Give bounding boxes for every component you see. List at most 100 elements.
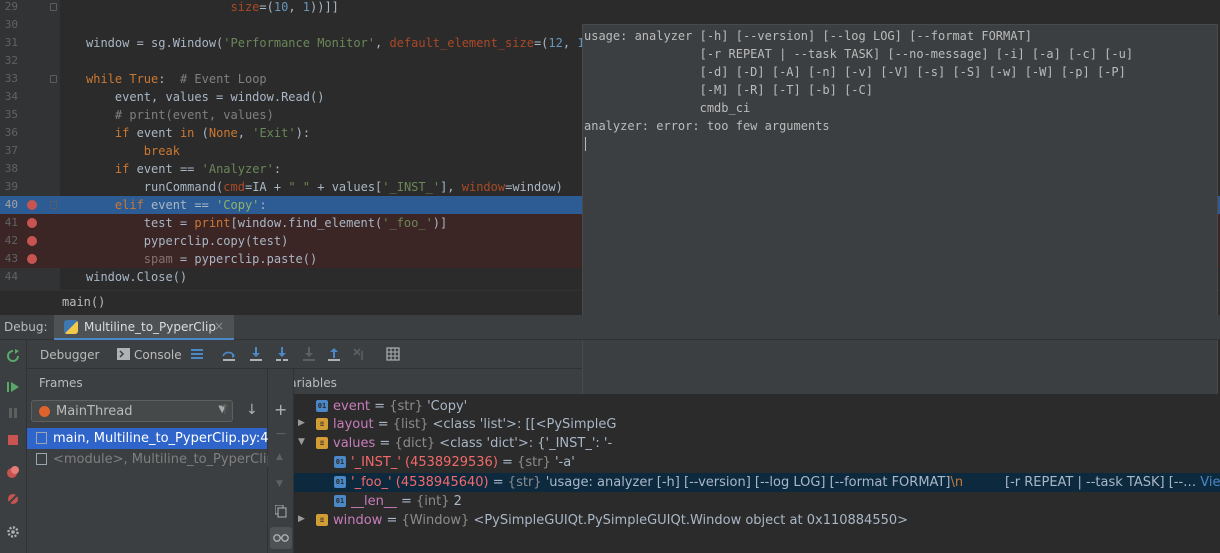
variable-row-layout[interactable]: ▶ ≡ layout = {list} <class 'list'>: [[<P… — [294, 415, 1220, 434]
variable-row-values[interactable]: ▼ ≡ values = {dict} <class 'dict'>: {'_I… — [294, 434, 1220, 453]
line-number[interactable]: 35 — [0, 106, 18, 124]
show-watches-toggle[interactable] — [270, 527, 292, 549]
show-execution-point-icon[interactable] — [190, 347, 204, 361]
variable-name: window — [333, 513, 383, 528]
close-tab-icon[interactable]: × — [214, 319, 224, 333]
line-number[interactable]: 29 — [0, 0, 18, 16]
python-icon — [64, 320, 78, 334]
code-text: runCommand(cmd=IA + " " + values['_INST_… — [86, 180, 563, 194]
line-number[interactable]: 41 — [0, 214, 18, 232]
frame-icon — [36, 453, 47, 465]
expand-arrow-icon[interactable]: ▶ — [298, 514, 305, 524]
line-number[interactable]: 39 — [0, 178, 18, 196]
int-icon: 01 — [334, 495, 346, 507]
stop-icon[interactable] — [6, 433, 20, 447]
fold-marker-icon[interactable] — [50, 201, 57, 209]
remove-watch-icon[interactable]: − — [275, 426, 287, 442]
string-icon: 01 — [316, 400, 328, 412]
line-number[interactable]: 33 — [0, 70, 18, 88]
line-number[interactable]: 31 — [0, 34, 18, 52]
frame-label: main, Multiline_to_PyperClip.py:40 — [53, 431, 277, 446]
line-number[interactable]: 30 — [0, 16, 18, 34]
code-text: while True: # Event Loop — [86, 72, 267, 86]
variable-name: '_foo_' (4538945640) — [351, 475, 489, 490]
breakpoint-icon[interactable] — [27, 236, 37, 246]
line-number[interactable]: 34 — [0, 88, 18, 106]
code-line[interactable]: 29 size=(10, 1))]] — [0, 0, 1220, 16]
variable-value: 2 — [453, 494, 462, 509]
code-text: break — [143, 144, 180, 158]
code-text: if event == 'Analyzer': — [114, 162, 282, 176]
previous-frame-icon[interactable]: ↑ — [219, 402, 231, 418]
code-text: window.Close() — [86, 270, 188, 284]
variable-row-foo[interactable]: 01 '_foo_' (4538945640) = {str} 'usage: … — [294, 473, 1220, 492]
next-frame-icon[interactable]: ↓ — [246, 402, 258, 418]
frames-panel: Frames MainThread ▼ ↑ ↓ main, Multiline_… — [27, 369, 307, 553]
line-number[interactable]: 36 — [0, 124, 18, 142]
frame-item[interactable]: main, Multiline_to_PyperClip.py:40 — [27, 428, 277, 449]
line-number[interactable]: 40 — [0, 196, 18, 214]
rerun-icon[interactable] — [6, 349, 20, 363]
variable-name: '_INST_' (4538929536) — [351, 455, 498, 470]
breakpoint-icon[interactable] — [27, 218, 37, 228]
variable-name: values — [333, 436, 376, 451]
breakpoint-icon[interactable] — [27, 254, 37, 264]
variable-value: '-a' — [554, 455, 575, 470]
thread-selector[interactable]: MainThread ▼ — [31, 400, 233, 422]
evaluate-expression-icon[interactable] — [386, 347, 400, 361]
fold-marker-icon[interactable] — [50, 3, 57, 11]
glasses-icon — [273, 534, 289, 542]
variable-type: {list} — [392, 417, 429, 432]
code-text: size=(10, 1))]] — [230, 0, 339, 14]
debug-session-tab[interactable]: Multiline_to_PyperClip × — [54, 315, 234, 340]
mute-breakpoints-icon[interactable] — [6, 492, 20, 506]
code-text: elif event == 'Copy': — [114, 198, 267, 212]
line-number[interactable]: 38 — [0, 160, 18, 178]
line-number[interactable]: 32 — [0, 52, 18, 70]
frame-item[interactable]: <module>, Multiline_to_PyperClip.py:4 — [27, 449, 307, 470]
text-caret — [585, 137, 586, 151]
debugger-toolbar: Debugger Console — [27, 340, 582, 369]
variables-toolbar: + − ▲ ▼ — [268, 369, 294, 553]
new-watch-icon[interactable]: + — [274, 400, 287, 419]
step-into-my-code-icon[interactable] — [275, 347, 289, 361]
variable-name: __len__ — [351, 494, 397, 509]
run-to-cursor-icon[interactable] — [353, 347, 367, 361]
view-breakpoints-icon[interactable] — [6, 465, 20, 479]
line-number[interactable]: 42 — [0, 232, 18, 250]
move-down-icon[interactable]: ▼ — [276, 479, 283, 489]
step-out-icon[interactable] — [327, 347, 341, 361]
breakpoint-icon[interactable] — [27, 200, 37, 210]
variable-value: 'usage: analyzer [-h] [--version] [--log… — [545, 475, 951, 490]
debug-session-label: Multiline_to_PyperClip — [84, 320, 216, 334]
tab-debugger[interactable]: Debugger — [27, 340, 115, 369]
force-step-into-icon[interactable] — [302, 347, 316, 361]
step-over-icon[interactable] — [222, 347, 236, 361]
move-up-icon[interactable]: ▲ — [276, 452, 283, 462]
dict-icon: ≡ — [316, 437, 328, 449]
variable-row-len[interactable]: 01 __len__ = {int} 2 — [294, 492, 1220, 511]
line-number[interactable]: 43 — [0, 250, 18, 268]
string-icon: 01 — [334, 476, 346, 488]
expand-arrow-icon[interactable]: ▶ — [298, 418, 305, 428]
line-number[interactable]: 44 — [0, 268, 18, 286]
breadcrumb-item[interactable]: main() — [62, 295, 105, 309]
settings-gear-icon[interactable] — [6, 525, 20, 539]
variables-header: Variables — [268, 369, 582, 394]
variable-row-inst[interactable]: 01 '_INST_' (4538929536) = {str} '-a' — [294, 453, 1220, 472]
list-icon: ≡ — [316, 418, 328, 430]
line-number[interactable]: 37 — [0, 142, 18, 160]
variables-tree[interactable]: 01 event = {str} 'Copy' ▶ ≡ layout = {li… — [294, 394, 1220, 553]
variable-row-window[interactable]: ▶ ≡ window = {Window} <PySimpleGUIQt.PyS… — [294, 511, 1220, 530]
variable-row-event[interactable]: 01 event = {str} 'Copy' — [294, 397, 1220, 416]
variable-name: event — [333, 399, 371, 414]
copy-icon[interactable] — [275, 505, 287, 518]
fold-marker-icon[interactable] — [50, 75, 57, 83]
resume-icon[interactable] — [6, 380, 20, 394]
view-link[interactable]: Vie — [1200, 475, 1220, 490]
collapse-arrow-icon[interactable]: ▼ — [298, 437, 305, 447]
pause-icon[interactable] — [6, 406, 20, 420]
object-icon: ≡ — [316, 514, 328, 526]
tab-console[interactable]: Console — [115, 340, 187, 369]
step-into-icon[interactable] — [249, 347, 263, 361]
